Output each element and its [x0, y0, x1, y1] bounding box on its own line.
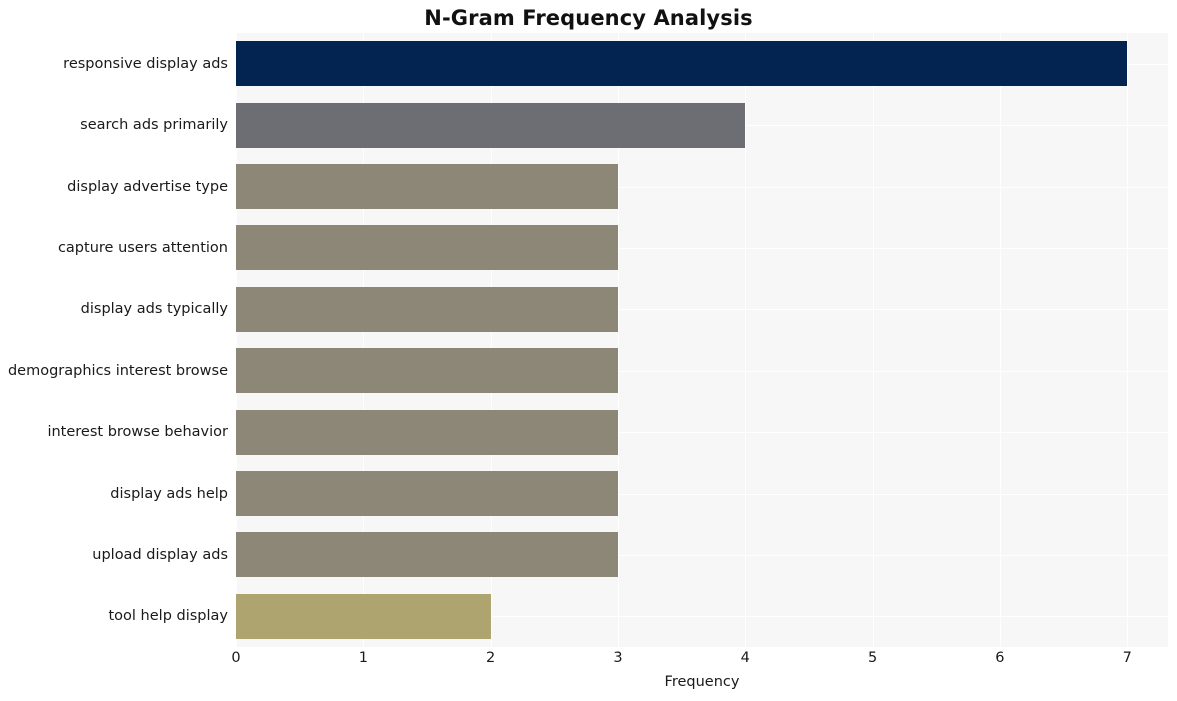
x-axis-tick-label: 4 [740, 650, 750, 666]
bar [236, 471, 618, 516]
x-axis-tick-label: 2 [486, 650, 496, 666]
bar [236, 287, 618, 332]
y-axis-tick-label: responsive display ads [63, 56, 228, 72]
y-axis-tick-label: upload display ads [92, 547, 228, 563]
bar [236, 594, 491, 639]
y-axis-tick-label: search ads primarily [80, 117, 228, 133]
y-axis-tick-labels: responsive display ads search ads primari… [0, 33, 228, 647]
y-axis-tick-label: display ads help [110, 486, 228, 502]
x-axis-title: Frequency [664, 674, 740, 690]
y-axis-tick-label: interest browse behavior [47, 424, 228, 440]
x-axis-tick-labels: 0 1 2 3 4 5 6 7 [231, 650, 1168, 674]
y-axis-tick-label: capture users attention [57, 240, 228, 256]
x-axis-tick-label: 6 [995, 650, 1005, 666]
y-axis-tick-label: display advertise type [67, 179, 228, 195]
bar [236, 348, 618, 393]
x-axis-tick-label: 3 [613, 650, 623, 666]
y-axis-tick-label: display ads typically [80, 301, 228, 317]
plot-area [236, 33, 1168, 647]
chart-figure: N-Gram Frequency Analysis responsive dis… [0, 0, 1177, 701]
bar [236, 410, 618, 455]
x-axis-tick-label: 7 [1122, 650, 1132, 666]
bar [236, 103, 745, 148]
bar [236, 41, 1127, 86]
bar [236, 225, 618, 270]
y-axis-tick-label: demographics interest browse [7, 363, 228, 379]
x-axis-tick-label: 1 [358, 650, 368, 666]
bar [236, 532, 618, 577]
y-axis-tick-label: tool help display [108, 608, 228, 624]
x-axis-tick-label: 5 [867, 650, 878, 666]
bar [236, 164, 618, 209]
x-axis-tick-label: 0 [231, 650, 241, 666]
chart-title: N-Gram Frequency Analysis [424, 6, 753, 30]
